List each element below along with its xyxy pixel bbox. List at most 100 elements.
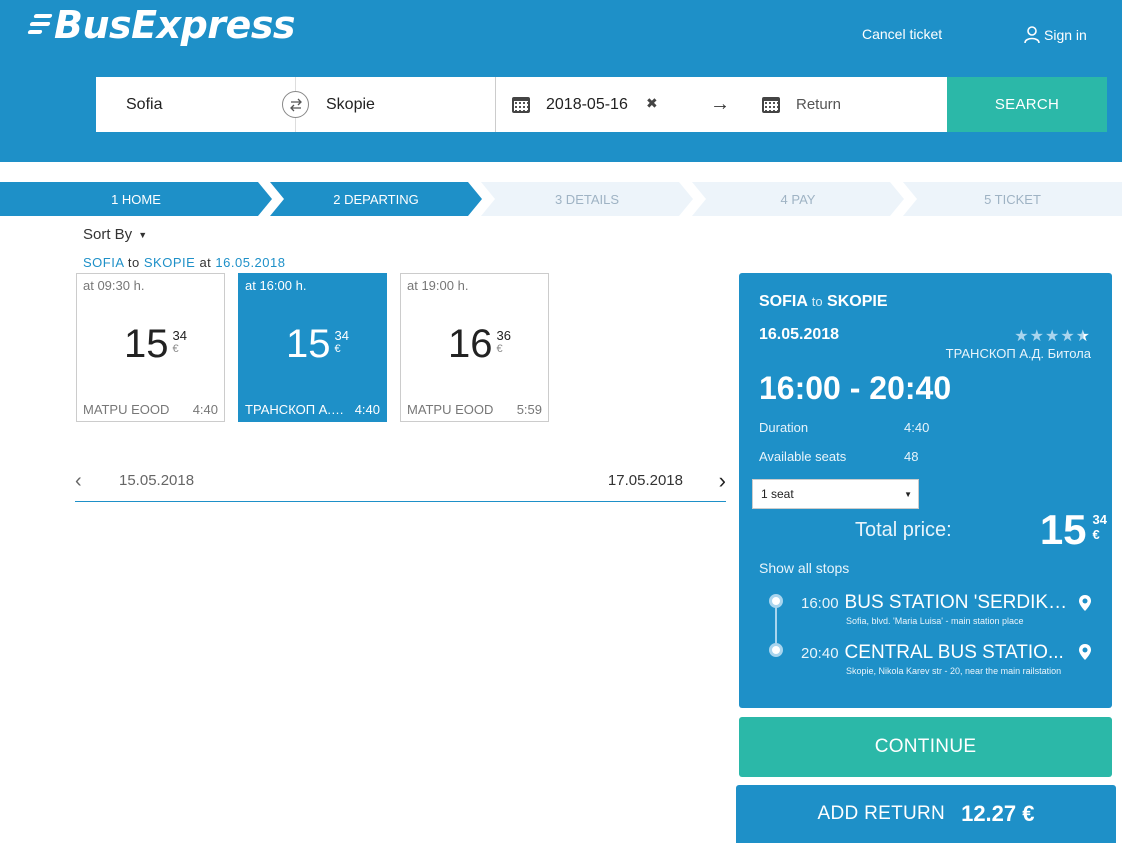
departure-card-selected[interactable]: at 16:00 h. 15 34€ ТРАНСКОП А.Д. Битола … [238, 273, 387, 422]
star-icon: ★ [1029, 328, 1045, 345]
stop-item: 20:40 CENTRAL BUS STATIO... Skopie, Niko… [801, 642, 1076, 676]
cancel-ticket-link[interactable]: Cancel ticket [862, 26, 942, 42]
continue-button[interactable]: CONTINUE [739, 717, 1112, 777]
route-at-word: at [199, 255, 212, 270]
calendar-icon [762, 96, 780, 113]
departure-card[interactable]: at 09:30 h. 15 34 € МАТРU EOOD 4:40 [76, 273, 225, 422]
panel-route-to: SKOPIE [827, 293, 888, 310]
stop-dot-icon [769, 594, 783, 608]
route-to-word: to [127, 255, 140, 270]
stop-item: 16:00 BUS STATION 'SERDIKA... Sofia, blv… [801, 592, 1076, 626]
seat-select-value: 1 seat [761, 487, 794, 501]
add-return-label: ADD RETURN [817, 803, 946, 824]
header: BusExpress Cancel ticket Sign in Sofia S… [0, 0, 1122, 162]
price-currency: € [172, 343, 179, 355]
brand-logo[interactable]: BusExpress [27, 3, 296, 47]
price-int: 15 [286, 322, 331, 366]
seat-count-select[interactable]: 1 seat ▼ [752, 479, 919, 509]
route-from: SOFIA [83, 255, 124, 270]
clear-date-icon[interactable]: ✖ [646, 95, 658, 112]
stop-name: BUS STATION 'SERDIKA... [844, 592, 1070, 613]
total-price-currency: € [1092, 527, 1100, 542]
price-currency: € [334, 343, 341, 355]
arrow-right-icon: → [710, 93, 730, 115]
price-int: 16 [448, 322, 493, 366]
step-ticket: 5 TICKET [903, 182, 1122, 216]
route-summary: SOFIA to SKOPIE at 16.05.2018 [83, 255, 285, 270]
trip-details-panel: SOFIA to SKOPIE 16.05.2018 ★★★★★ ТРАНСКО… [739, 273, 1112, 708]
stop-address: Sofia, blvd. 'Maria Luisa' - main statio… [846, 616, 1024, 626]
departure-duration: 5:59 [516, 402, 542, 417]
to-value: Skopie [326, 95, 375, 113]
swap-cities-button[interactable] [282, 91, 309, 118]
star-icon: ★ [1044, 328, 1061, 345]
duration-value: 4:40 [904, 420, 930, 435]
departure-time: at 19:00 h. [407, 278, 469, 293]
caret-down-icon: ▼ [904, 490, 912, 499]
seats-label: Available seats [759, 449, 847, 464]
price-int: 15 [124, 322, 169, 366]
departure-card[interactable]: at 19:00 h. 16 36 € МАТРU EOOD 5:59 [400, 273, 549, 422]
departure-operator: МАТРU EOOD [407, 402, 494, 417]
return-placeholder: Return [796, 96, 842, 113]
depart-date-value: 2018-05-16 [546, 95, 628, 113]
user-icon [1024, 26, 1040, 44]
return-date-field[interactable]: Return [762, 96, 841, 113]
map-pin-icon[interactable] [1078, 594, 1092, 612]
step-departing[interactable]: 2 DEPARTING [270, 182, 482, 216]
star-icon: ★ [1060, 328, 1076, 345]
price-cents: 34 [172, 328, 187, 343]
show-all-stops-link[interactable]: Show all stops [759, 560, 849, 576]
date-navigation: ‹ 15.05.2018 17.05.2018 › [75, 460, 726, 502]
departure-duration: 4:40 [354, 402, 380, 417]
to-field[interactable]: Skopie [296, 77, 496, 132]
half-star-icon: ★ [1075, 328, 1091, 345]
step-pay: 4 PAY [692, 182, 904, 216]
price-cents: 34 [334, 328, 349, 343]
duration-row: Duration 4:40 [759, 420, 929, 435]
stop-address: Skopie, Nikola Karev str - 20, near the … [846, 666, 1062, 676]
search-bar: Sofia Skopie 2018-05-16 ✖ → Return SEARC… [96, 77, 1107, 132]
departure-time: at 09:30 h. [83, 278, 145, 293]
sort-by-label: Sort By [83, 226, 133, 243]
sort-by-dropdown[interactable]: Sort By ▼ [83, 226, 147, 243]
caret-down-icon: ▼ [138, 229, 148, 240]
seats-row: Available seats 48 [759, 449, 918, 464]
brand-name: BusExpress [54, 3, 296, 47]
departure-price: 15 34 € [286, 322, 349, 367]
map-pin-icon[interactable] [1078, 643, 1092, 661]
panel-route-from: SOFIA [759, 293, 808, 310]
departure-price: 15 34 € [124, 322, 187, 367]
chevron-right-icon[interactable]: › [719, 468, 726, 494]
departure-operator: ТРАНСКОП А.Д. Битола [245, 402, 345, 417]
seats-value: 48 [904, 449, 919, 464]
panel-route-to-word: to [811, 294, 823, 309]
speed-lines-icon [27, 10, 53, 40]
search-button[interactable]: SEARCH [947, 77, 1107, 132]
route-date: 16.05.2018 [215, 255, 286, 270]
stop-name: CENTRAL BUS STATIO... [844, 642, 1064, 663]
departure-duration: 4:40 [192, 402, 218, 417]
step-home[interactable]: 1 HOME [0, 182, 272, 216]
panel-date: 16.05.2018 [759, 326, 840, 343]
chevron-left-icon[interactable]: ‹ [75, 470, 82, 493]
panel-route: SOFIA to SKOPIE [759, 293, 888, 311]
previous-date-link[interactable]: 15.05.2018 [119, 472, 194, 489]
total-price-int: 15 [1039, 506, 1087, 553]
departure-operator: МАТРU EOOD [83, 402, 170, 417]
calendar-icon [512, 96, 530, 113]
stop-time: 16:00 [801, 595, 839, 612]
step-details: 3 DETAILS [481, 182, 693, 216]
next-date-link[interactable]: 17.05.2018 [608, 472, 683, 489]
route-to: SKOPIE [143, 255, 196, 270]
sign-in-label: Sign in [1044, 27, 1087, 43]
add-return-button[interactable]: ADD RETURN 12.27 € [736, 785, 1116, 843]
price-cents: 36 [496, 328, 511, 343]
from-field[interactable]: Sofia [96, 77, 309, 132]
date-field[interactable]: 2018-05-16 ✖ → Return [496, 77, 947, 132]
total-price-cents: 34 [1092, 512, 1107, 527]
sign-in-link[interactable]: Sign in [1024, 26, 1087, 44]
panel-operator: ТРАНСКОП А.Д. Битола [945, 346, 1091, 361]
duration-label: Duration [759, 420, 809, 435]
rating-stars: ★★★★★ [1014, 326, 1091, 346]
